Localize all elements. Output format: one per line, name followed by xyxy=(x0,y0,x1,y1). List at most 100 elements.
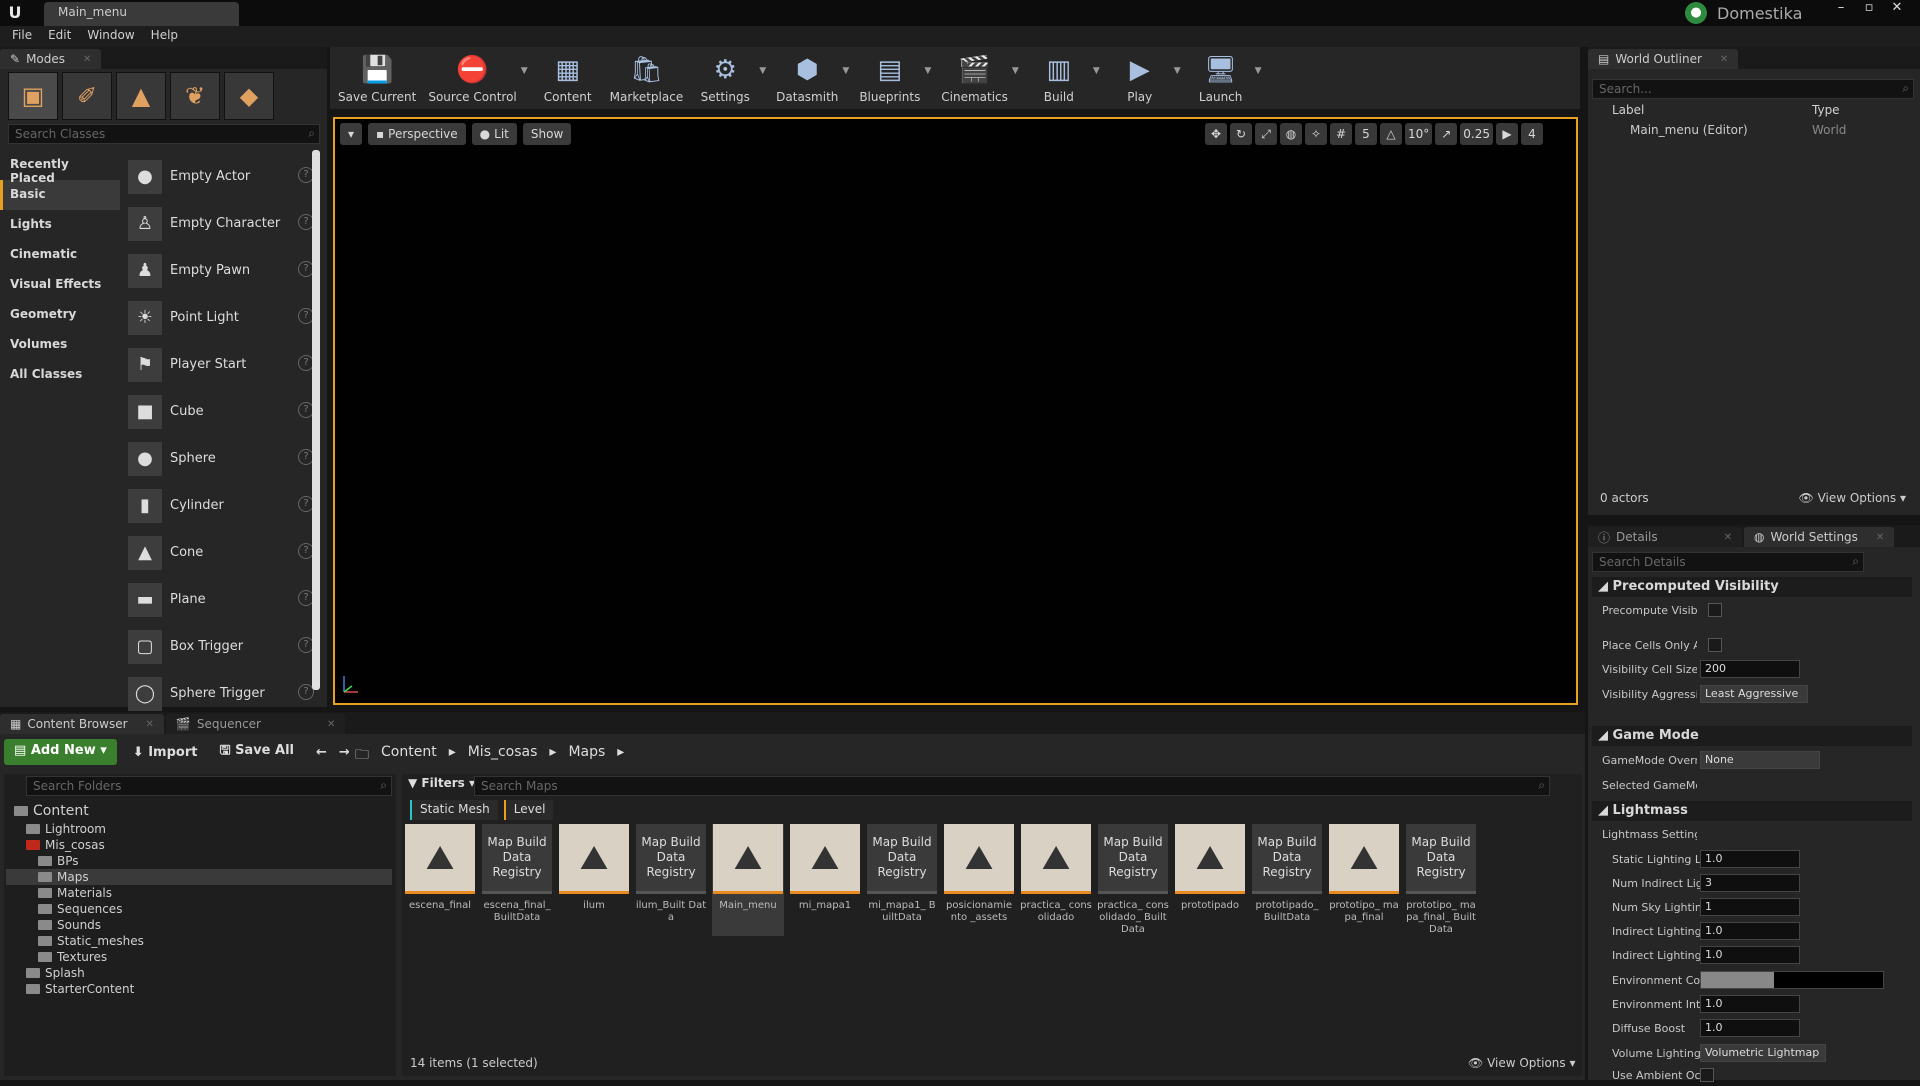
asset-tile[interactable]: Map Build Data Registry ilum_Built Data xyxy=(635,824,707,936)
asset-tile[interactable]: Map Build Data Registry practica_ consoli… xyxy=(1097,824,1169,936)
class-item[interactable]: ⚑ Player Start? xyxy=(122,341,314,388)
chevron-down-icon[interactable]: ▼ xyxy=(759,66,766,76)
rotate-icon[interactable]: ↻ xyxy=(1230,123,1252,145)
folder-static-meshes[interactable]: Static_meshes xyxy=(38,933,144,949)
tab-world-outliner[interactable]: ▤ World Outliner ✕ xyxy=(1588,49,1739,69)
content-view-options[interactable]: 👁 View Options ▾ xyxy=(1468,1056,1576,1070)
breadcrumb-maps[interactable]: Maps xyxy=(568,744,605,768)
section-game-mode[interactable]: ◢ Game Mode xyxy=(1592,726,1912,746)
world-icon[interactable]: ◍ xyxy=(1280,123,1302,145)
close-tab-icon[interactable]: ✕ xyxy=(146,719,154,730)
save-all-button[interactable]: 🖫 Save All xyxy=(213,737,300,767)
asset-tile[interactable]: ⛰ practica_ consolidado xyxy=(1020,824,1092,936)
asset-tile[interactable]: ⛰ posicionamiento _assets xyxy=(943,824,1015,936)
category-visual-effects[interactable]: Visual Effects xyxy=(0,270,120,300)
class-item[interactable]: ☀ Point Light? xyxy=(122,294,314,341)
tab-world-settings[interactable]: ◍ World Settings ✕ xyxy=(1744,527,1895,547)
checkbox[interactable] xyxy=(1708,638,1722,652)
folder-mis-cosas[interactable]: Mis_cosas xyxy=(26,837,105,853)
camera-speed-icon[interactable]: ▶ xyxy=(1496,123,1518,145)
folder-bps[interactable]: BPs xyxy=(38,853,79,869)
menu-help[interactable]: Help xyxy=(143,26,186,47)
class-item[interactable]: ♟ Empty Pawn? xyxy=(122,247,314,294)
chevron-down-icon[interactable]: ▼ xyxy=(1012,66,1019,76)
prop-lightmass-settings[interactable]: Lightmass Setting: xyxy=(1600,825,1910,845)
search-classes-input[interactable]: Search Classes ⌕ xyxy=(8,124,320,144)
play-button[interactable]: ▶ Play xyxy=(1110,52,1170,104)
asset-tile[interactable]: ⛰ prototipado xyxy=(1174,824,1246,936)
breadcrumb-content[interactable]: Content xyxy=(381,744,437,768)
cell-size-field[interactable]: 200 xyxy=(1700,660,1800,678)
close-icon[interactable]: ✕ xyxy=(1886,0,1908,18)
environment-intensity-field[interactable]: 1.0 xyxy=(1700,995,1800,1013)
folder-materials[interactable]: Materials xyxy=(38,885,112,901)
indirect-lighting-field[interactable]: 1.0 xyxy=(1700,946,1800,964)
num-sky-field[interactable]: 1 xyxy=(1700,898,1800,916)
outliner-row[interactable]: Main_menu (Editor) World xyxy=(1592,123,1914,143)
indirect-lighting-field[interactable]: 1.0 xyxy=(1700,922,1800,940)
close-tab-icon[interactable]: ✕ xyxy=(1720,54,1728,65)
close-tab-icon[interactable]: ✕ xyxy=(83,54,91,65)
cinematics-button[interactable]: 🎬 Cinematics xyxy=(941,52,1008,104)
class-item[interactable]: ♙ Empty Character? xyxy=(122,200,314,247)
asset-tile[interactable]: ⛰ escena_final xyxy=(404,824,476,936)
aggressiveness-dropdown[interactable]: Least Aggressive xyxy=(1700,685,1808,703)
asset-search-input[interactable]: Search Maps ⌕ xyxy=(474,776,1550,796)
category-all-classes[interactable]: All Classes xyxy=(0,360,120,390)
close-tab-icon[interactable]: ✕ xyxy=(1724,532,1732,543)
asset-tile[interactable]: ⛰ mi_mapa1 xyxy=(789,824,861,936)
asset-tile[interactable]: ⛰ ilum xyxy=(558,824,630,936)
chevron-right-icon[interactable]: ▸ xyxy=(449,744,456,768)
col-label[interactable]: Label xyxy=(1592,103,1812,121)
filter-chip-static-mesh[interactable]: Static Mesh xyxy=(410,800,498,820)
folder-maps[interactable]: Maps xyxy=(6,869,392,885)
outliner-search-input[interactable]: Search... ⌕ xyxy=(1592,79,1914,99)
outliner-view-options[interactable]: 👁 View Options ▾ xyxy=(1799,491,1907,511)
details-search-input[interactable]: Search Details ⌕ xyxy=(1592,552,1864,572)
build-button[interactable]: ▥ Build xyxy=(1029,52,1089,104)
viewport[interactable] xyxy=(333,117,1578,705)
perspective-button[interactable]: ▪ Perspective xyxy=(368,123,466,145)
scale-snap-value[interactable]: 0.25 xyxy=(1460,123,1493,145)
volume-lighting-dropdown[interactable]: Volumetric Lightmap xyxy=(1700,1044,1826,1062)
tab-details[interactable]: ⓘ Details ✕ xyxy=(1588,527,1743,547)
angle-icon[interactable]: △ xyxy=(1380,123,1402,145)
folder-sequences[interactable]: Sequences xyxy=(38,901,122,917)
viewport-options-button[interactable]: ▾ xyxy=(340,123,363,145)
class-item[interactable]: ▢ Box Trigger? xyxy=(122,623,314,670)
close-tab-icon[interactable]: ✕ xyxy=(327,719,335,730)
modes-scrollbar[interactable] xyxy=(312,150,320,690)
filter-chip-level[interactable]: Level xyxy=(503,800,554,820)
landscape-mode-icon[interactable]: ▲ xyxy=(116,72,166,120)
source-control-button[interactable]: ⛔ Source Control xyxy=(428,52,516,104)
category-volumes[interactable]: Volumes xyxy=(0,330,120,360)
minimize-icon[interactable]: – xyxy=(1830,0,1852,18)
lit-button[interactable]: ● Lit xyxy=(471,123,517,145)
category-lights[interactable]: Lights xyxy=(0,210,120,240)
num-indirect-field[interactable]: 3 xyxy=(1700,874,1800,892)
diffuse-boost-field[interactable]: 1.0 xyxy=(1700,1019,1800,1037)
grid-icon[interactable]: # xyxy=(1330,123,1352,145)
folder-textures[interactable]: Textures xyxy=(38,949,107,965)
class-item[interactable]: ▮ Cylinder? xyxy=(122,482,314,529)
folder-splash[interactable]: Splash xyxy=(26,965,85,981)
class-item[interactable]: ◯ Sphere Trigger? xyxy=(122,670,314,717)
menu-file[interactable]: File xyxy=(4,26,40,47)
checkbox[interactable] xyxy=(1708,603,1722,617)
foliage-mode-icon[interactable]: ❦ xyxy=(170,72,220,120)
content-button[interactable]: ▦ Content xyxy=(538,52,598,104)
section-lightmass[interactable]: ◢ Lightmass xyxy=(1592,801,1912,821)
settings-button[interactable]: ⚙ Settings xyxy=(695,52,755,104)
scale-snap-icon[interactable]: ↗ xyxy=(1435,123,1458,145)
category-cinematic[interactable]: Cinematic xyxy=(0,240,120,270)
class-item[interactable]: ● Empty Actor? xyxy=(122,153,314,200)
chevron-down-icon[interactable]: ▼ xyxy=(1093,66,1100,76)
asset-tile[interactable]: Map Build Data Registry prototipo_ mapa_f… xyxy=(1405,824,1477,936)
static-lighting-field[interactable]: 1.0 xyxy=(1700,850,1800,868)
chevron-down-icon[interactable]: ▼ xyxy=(842,66,849,76)
place-mode-icon[interactable]: ▣ xyxy=(8,72,58,120)
add-new-button[interactable]: ▤ Add New ▾ xyxy=(4,739,117,765)
chevron-down-icon[interactable]: ▼ xyxy=(1255,66,1262,76)
gamemode-dropdown[interactable]: None xyxy=(1700,751,1820,769)
chevron-down-icon[interactable]: ▼ xyxy=(521,66,528,76)
